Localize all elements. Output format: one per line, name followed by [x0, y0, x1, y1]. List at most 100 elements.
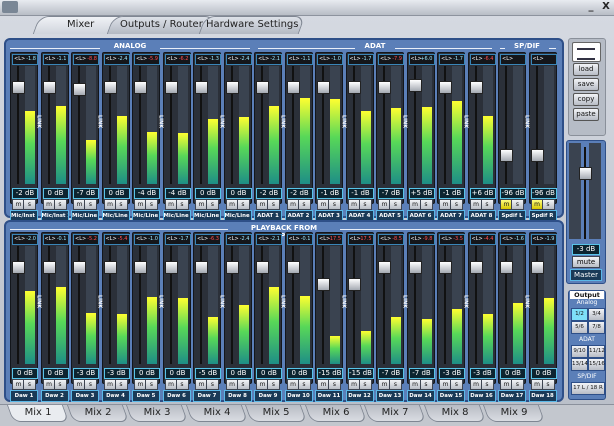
link-peak-display[interactable]: <L> -1.0	[317, 54, 343, 65]
link-peak-display[interactable]: <L>	[500, 54, 526, 65]
solo-button[interactable]: s	[236, 379, 250, 390]
fader-knob[interactable]	[12, 260, 25, 274]
fader-knob[interactable]	[439, 80, 452, 94]
solo-button[interactable]: s	[114, 379, 128, 390]
mix-tab-1[interactable]: Mix 1	[6, 405, 70, 422]
output-pair-button[interactable]: 1/2	[571, 308, 588, 321]
fader-knob[interactable]	[469, 260, 483, 274]
solo-button[interactable]: s	[84, 199, 97, 210]
link-peak-display[interactable]: <L> -2.0	[12, 234, 38, 245]
fader-knob[interactable]	[73, 83, 86, 97]
minimize-button[interactable]: _	[585, 1, 597, 13]
fader-knob[interactable]	[256, 260, 269, 274]
output-pair-button[interactable]: 17 L / 18 R	[571, 382, 605, 395]
solo-button[interactable]: s	[145, 379, 158, 390]
load-button[interactable]: load	[573, 63, 599, 76]
fader-knob[interactable]	[347, 80, 361, 94]
link-peak-display[interactable]: <L> -1.7	[439, 54, 465, 65]
fader-knob[interactable]	[286, 80, 300, 94]
solo-button[interactable]: s	[541, 199, 555, 210]
solo-button[interactable]: s	[145, 199, 158, 210]
fader-knob[interactable]	[103, 260, 117, 274]
fader-knob[interactable]	[317, 278, 330, 292]
fader-knob[interactable]	[73, 260, 86, 274]
mix-tab-3[interactable]: Mix 3	[125, 405, 189, 422]
link-peak-display[interactable]: <L> -8.8	[73, 54, 99, 65]
link-peak-display[interactable]: <L>	[530, 54, 557, 65]
output-pair-button[interactable]: 11/12	[588, 345, 605, 358]
fader-knob[interactable]	[439, 260, 452, 274]
fader-knob[interactable]	[530, 149, 544, 163]
link-peak-display[interactable]: <L> -0.1	[42, 234, 69, 245]
fader-knob[interactable]	[164, 260, 178, 274]
link-peak-display[interactable]: <L> -1.6	[500, 234, 526, 245]
solo-button[interactable]: s	[175, 379, 189, 390]
fader-knob[interactable]	[225, 260, 239, 274]
solo-button[interactable]: s	[206, 379, 219, 390]
fader-knob[interactable]	[408, 260, 422, 274]
fader-knob[interactable]	[195, 260, 208, 274]
mix-tab-8[interactable]: Mix 8	[423, 405, 486, 422]
fader-knob[interactable]	[256, 80, 269, 94]
fader-knob[interactable]	[103, 80, 117, 94]
mix-tab-7[interactable]: Mix 7	[363, 405, 427, 422]
solo-button[interactable]: s	[175, 199, 189, 210]
solo-button[interactable]: s	[541, 379, 555, 390]
link-peak-display[interactable]: <L> +6.0	[408, 54, 435, 65]
fader-knob[interactable]	[164, 80, 178, 94]
fader-knob[interactable]	[347, 278, 361, 292]
link-peak-display[interactable]: <L> -5.9	[134, 54, 160, 65]
solo-button[interactable]: s	[267, 379, 280, 390]
link-peak-display[interactable]: <L> -5.4	[103, 234, 130, 245]
output-pair-button[interactable]: 7/8	[588, 321, 605, 334]
link-peak-display[interactable]: <L> -2.4	[225, 234, 252, 245]
link-peak-display[interactable]: <L> -2.4	[225, 54, 252, 65]
link-peak-display[interactable]: <L> -2.1	[256, 54, 282, 65]
copy-button[interactable]: copy	[573, 93, 599, 106]
solo-button[interactable]: s	[297, 379, 311, 390]
solo-button[interactable]: s	[450, 199, 463, 210]
fader-knob[interactable]	[500, 149, 513, 163]
output-pair-button[interactable]: 5/6	[571, 321, 588, 334]
link-peak-display[interactable]: <L> -3.5	[439, 234, 465, 245]
solo-button[interactable]: s	[450, 379, 463, 390]
link-peak-display[interactable]: <L> -6.4	[469, 54, 496, 65]
fader-knob[interactable]	[286, 260, 300, 274]
fader-knob[interactable]	[317, 80, 330, 94]
fader-knob[interactable]	[134, 260, 147, 274]
mix-tab-5[interactable]: Mix 5	[244, 405, 308, 422]
output-pair-button[interactable]: 13/14	[571, 358, 588, 371]
solo-button[interactable]: s	[53, 379, 67, 390]
link-peak-display[interactable]: <L> -1.7	[347, 54, 374, 65]
solo-button[interactable]: s	[511, 199, 524, 210]
fader-knob[interactable]	[500, 260, 513, 274]
fader-knob[interactable]	[378, 80, 391, 94]
link-peak-display[interactable]: <L> -1.0	[134, 234, 160, 245]
link-peak-display[interactable]: <L> -5.2	[73, 234, 99, 245]
link-peak-display[interactable]: <L> -1.1	[42, 54, 69, 65]
tab-hardware-settings[interactable]: Hardware Settings	[198, 16, 306, 34]
output-pair-button[interactable]: 3/4	[588, 308, 605, 321]
solo-button[interactable]: s	[23, 379, 36, 390]
solo-button[interactable]: s	[206, 199, 219, 210]
solo-button[interactable]: s	[297, 199, 311, 210]
solo-button[interactable]: s	[236, 199, 250, 210]
link-peak-display[interactable]: <L> -2.1	[256, 234, 282, 245]
link-peak-display[interactable]: <L> -9.8	[408, 234, 435, 245]
link-peak-display[interactable]: <L> -1.7	[164, 234, 191, 245]
link-peak-display[interactable]: <L> -4.4	[469, 234, 496, 245]
fader-knob[interactable]	[42, 260, 56, 274]
solo-button[interactable]: s	[53, 199, 67, 210]
solo-button[interactable]: s	[267, 199, 280, 210]
link-peak-display[interactable]: <L> -17.5	[317, 234, 343, 245]
link-peak-display[interactable]: <L> -1.3	[195, 54, 221, 65]
fader-knob[interactable]	[469, 80, 483, 94]
solo-button[interactable]: s	[480, 199, 494, 210]
solo-button[interactable]: s	[358, 199, 372, 210]
link-peak-display[interactable]: <L> -8.5	[378, 234, 404, 245]
master-mute-button[interactable]: mute	[572, 256, 600, 268]
save-button[interactable]: save	[573, 78, 599, 91]
link-peak-display[interactable]: <L> -2.4	[103, 54, 130, 65]
mix-tab-2[interactable]: Mix 2	[66, 405, 129, 422]
fader-knob[interactable]	[225, 80, 239, 94]
